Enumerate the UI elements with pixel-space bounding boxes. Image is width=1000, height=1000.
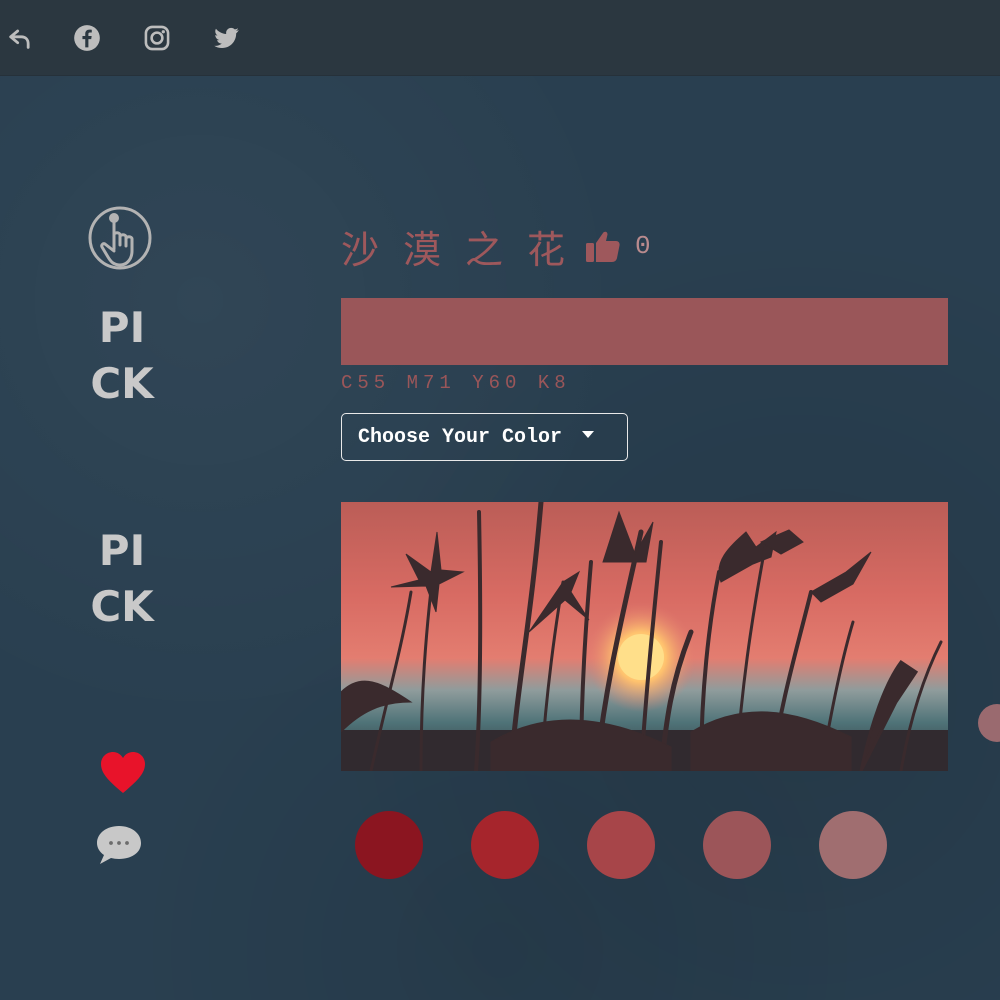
palette-swatch-4[interactable] — [703, 811, 771, 879]
scroll-to-top-button[interactable] — [978, 704, 1000, 742]
top-nav-bar — [0, 0, 1000, 76]
hand-pointer-circle-icon[interactable] — [87, 205, 153, 271]
back-arrow-icon[interactable] — [6, 24, 34, 52]
like-count: 0 — [635, 231, 651, 261]
thumbs-up-icon[interactable] — [585, 229, 621, 263]
chat-bubble-icon[interactable] — [95, 824, 143, 866]
brand-wordmark-top: PICK — [90, 303, 154, 408]
color-swatch-bar — [341, 298, 948, 365]
palette-swatch-3[interactable] — [587, 811, 655, 879]
brand-wordmark-bottom: PICK — [90, 526, 154, 631]
palette-swatch-2[interactable] — [471, 811, 539, 879]
heart-icon[interactable] — [99, 750, 147, 794]
cmyk-values: C55 M71 Y60 K8 — [341, 372, 571, 394]
instagram-icon[interactable] — [143, 24, 171, 52]
caret-down-icon — [582, 430, 595, 438]
palette-swatch-5[interactable] — [819, 811, 887, 879]
color-title-row: 沙漠之花 0 — [341, 218, 651, 274]
color-name: 沙漠之花 — [341, 227, 590, 272]
sunset-flower-photo — [341, 502, 948, 771]
choose-color-dropdown[interactable]: Choose Your Color — [341, 413, 628, 461]
palette-swatches — [355, 811, 895, 881]
palette-swatch-1[interactable] — [355, 811, 423, 879]
choose-color-label: Choose Your Color — [358, 425, 563, 449]
twitter-icon[interactable] — [212, 24, 240, 52]
facebook-icon[interactable] — [73, 24, 101, 52]
